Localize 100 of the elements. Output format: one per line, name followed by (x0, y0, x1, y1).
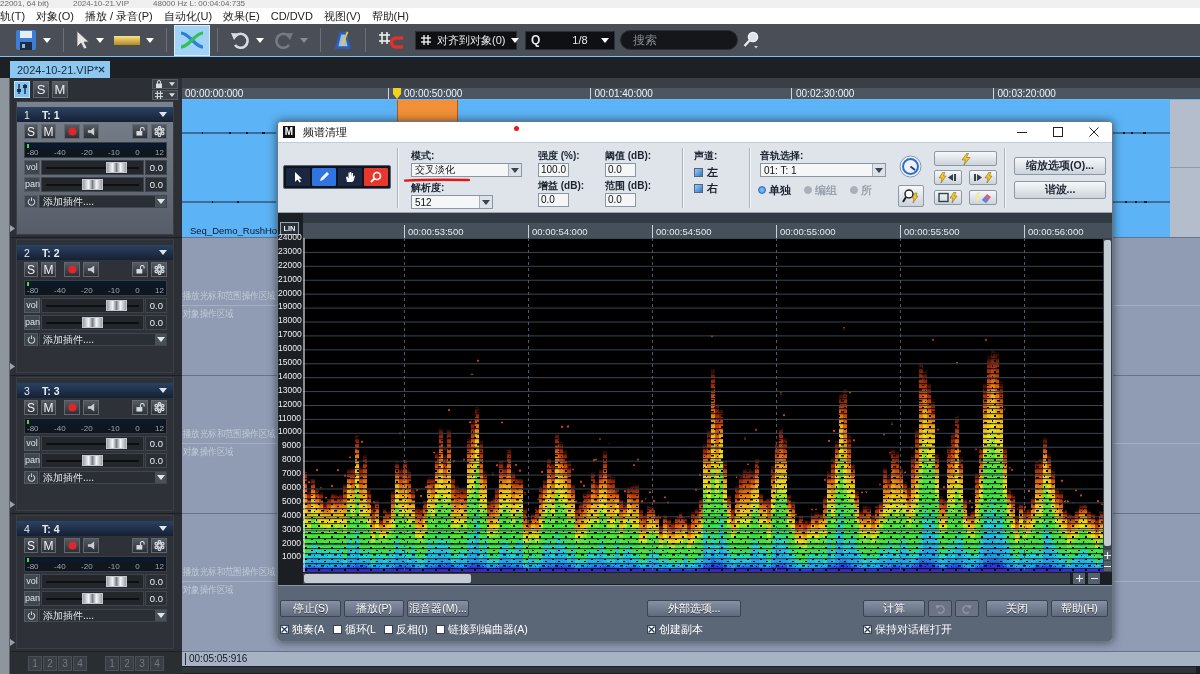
solo-button[interactable]: S (24, 400, 38, 415)
apply-selection-button[interactable] (934, 190, 962, 205)
zoom-in-button[interactable] (1104, 550, 1111, 560)
zoom-apply-button[interactable] (897, 185, 924, 207)
external-options-button[interactable]: 外部选项... (647, 600, 741, 617)
compute-button[interactable]: 计算 (863, 600, 925, 617)
crossfade-button[interactable] (174, 24, 210, 56)
search-button[interactable] (743, 31, 759, 49)
expand-arrow-icon[interactable] (10, 501, 15, 508)
plugin-dropdown[interactable]: 添加插件.... (39, 195, 167, 208)
mute-button[interactable]: M (41, 124, 56, 139)
strength-field[interactable]: 100.0 (538, 163, 569, 177)
menu-item[interactable]: 帮助(H) (371, 9, 409, 23)
mixer-view-button[interactable] (14, 80, 30, 98)
volume-slider[interactable] (41, 436, 144, 451)
harmonics-button[interactable]: 谐波... (1014, 181, 1106, 199)
mixer-button[interactable]: 混音器(M)... (407, 600, 469, 617)
menu-item[interactable]: 轨(T) (0, 9, 26, 23)
solo-button[interactable]: S (24, 538, 38, 553)
monitor-button[interactable] (83, 400, 99, 415)
pan-slider[interactable] (41, 315, 144, 330)
slider-thumb[interactable] (82, 179, 103, 190)
help-button[interactable]: 帮助(H) (1051, 600, 1108, 617)
plugin-button[interactable] (24, 471, 38, 484)
lock-button[interactable] (132, 262, 148, 277)
plugin-dropdown[interactable]: 添加插件.... (39, 609, 167, 622)
lock-button[interactable] (132, 124, 148, 139)
track-header[interactable]: 1 T: 1 S M -80 -40 -20 -10 0 12 vol 0.0 pan 0.0 添加插件.... (16, 101, 174, 235)
effects-button[interactable] (151, 400, 167, 415)
solo-button[interactable]: S (24, 124, 38, 139)
scrollbar-thumb[interactable] (1104, 240, 1111, 546)
caret-icon[interactable] (159, 388, 167, 393)
vertical-scrollbar[interactable] (0, 78, 10, 674)
menu-item[interactable]: 自动化(U) (163, 9, 213, 23)
effects-button[interactable] (151, 262, 167, 277)
zoom-out-button[interactable] (1088, 573, 1100, 584)
menu-item[interactable]: CD/DVD (270, 9, 313, 23)
slider-thumb[interactable] (106, 576, 127, 587)
horizontal-scrollbar[interactable] (303, 573, 1070, 584)
pan-slider[interactable] (41, 177, 144, 192)
monitor-button[interactable] (83, 124, 99, 139)
track-dropdown[interactable]: 01: T: 1 (760, 163, 886, 177)
plugin-button[interactable] (24, 195, 38, 208)
grid-menu-button[interactable] (152, 89, 178, 100)
caret-icon[interactable] (159, 112, 167, 117)
effects-button[interactable] (151, 124, 167, 139)
pointer-tool-button[interactable] (286, 168, 310, 186)
option-checkbox[interactable] (383, 625, 393, 634)
slider-thumb[interactable] (106, 300, 127, 311)
zoom-in-button[interactable] (1073, 573, 1085, 584)
menu-item[interactable]: 效果(E) (223, 9, 260, 23)
plugin-button[interactable] (24, 609, 38, 622)
lock-button[interactable] (132, 400, 148, 415)
track-header[interactable]: 3 T: 3 S M -80 -40 -20 -10 0 12 vol 0.0 pan 0.0 添加插件.... (16, 377, 174, 511)
scrollbar-thumb[interactable] (304, 574, 471, 583)
menu-item[interactable]: 播放 / 录音(P) (84, 9, 153, 23)
stop-button[interactable]: 停止(S) (280, 600, 341, 617)
option-checkbox[interactable] (863, 625, 872, 634)
apply-left-button[interactable] (934, 170, 962, 185)
lock-button[interactable] (132, 538, 148, 553)
quantize-dropdown[interactable]: Q 1/8 (525, 30, 615, 50)
hand-tool-button[interactable] (338, 168, 362, 186)
pan-slider[interactable] (41, 453, 144, 468)
caret-icon[interactable] (159, 250, 167, 255)
expand-arrow-icon[interactable] (10, 363, 15, 370)
expand-arrow-icon[interactable] (10, 639, 15, 646)
mute-button[interactable]: M (41, 400, 56, 415)
apply-right-button[interactable] (969, 170, 997, 185)
pencil-tool-button[interactable] (312, 168, 336, 186)
zoom-out-button[interactable] (1104, 561, 1111, 571)
option-checkbox[interactable] (435, 625, 445, 634)
resolution-dropdown[interactable]: 512 (411, 195, 493, 209)
slider-thumb[interactable] (82, 593, 103, 604)
vertical-scrollbar[interactable] (1103, 238, 1112, 572)
horizontal-scrollbar[interactable] (182, 667, 1196, 673)
close-dialog-button[interactable]: 关闭 (986, 600, 1048, 617)
channel-checkbox[interactable] (694, 167, 703, 177)
track-header[interactable]: 2 T: 2 S M -80 -40 -20 -10 0 12 vol 0.0 pan 0.0 添加插件.... (16, 239, 174, 373)
volume-slider[interactable] (41, 160, 144, 175)
lock-menu-button[interactable] (152, 78, 178, 89)
menu-item[interactable]: 对象(O) (36, 9, 74, 23)
mute-all-button[interactable]: M (52, 80, 68, 98)
channel-checkbox[interactable] (694, 183, 703, 193)
range-field[interactable]: 0.0 (605, 193, 636, 207)
slider-thumb[interactable] (82, 455, 103, 466)
slider-thumb[interactable] (106, 438, 127, 449)
volume-slider[interactable] (41, 574, 144, 589)
menu-item[interactable]: 视图(V) (323, 9, 361, 23)
track-header[interactable]: 4 T: 4 S M -80 -40 -20 -10 0 12 vol 0.0 pan 0.0 添加插件.... (16, 515, 174, 649)
slider-thumb[interactable] (82, 317, 103, 328)
option-checkbox[interactable] (647, 625, 656, 634)
pan-slider[interactable] (41, 591, 144, 606)
playhead-marker-icon[interactable] (393, 88, 401, 99)
plugin-dropdown[interactable]: 添加插件.... (39, 471, 167, 484)
slider-thumb[interactable] (106, 162, 127, 173)
threshold-field[interactable]: 0.0 (605, 163, 636, 177)
plugin-dropdown[interactable]: 添加插件.... (39, 333, 167, 346)
search-field[interactable]: 搜索 (620, 30, 738, 50)
effects-button[interactable] (151, 538, 167, 553)
expand-arrow-icon[interactable] (10, 225, 15, 232)
